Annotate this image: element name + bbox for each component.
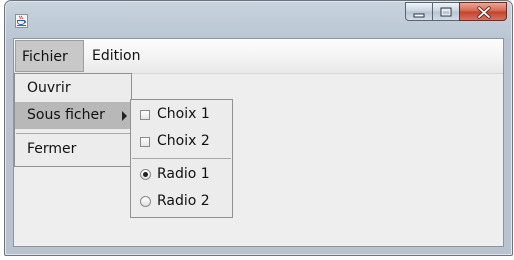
menu-separator [16,133,130,134]
menu-item-fermer[interactable]: Fermer [15,136,131,163]
menu-item-ouvrir[interactable]: Ouvrir [15,75,131,102]
minimize-button[interactable] [405,2,432,21]
content-pane: Fichier Edition Ouvrir Sous ficher Ferme… [13,38,504,247]
maximize-button[interactable] [432,2,459,21]
menu-item-label: Fermer [27,141,77,157]
checkbox-label: Choix 1 [157,106,210,122]
title-bar[interactable] [5,1,512,37]
menu-item-label: Ouvrir [27,80,71,96]
close-button[interactable] [459,2,507,21]
sous-ficher-submenu: Choix 1 Choix 2 Radio 1 Radio 2 [130,99,233,218]
radio-label: Radio 2 [157,193,210,209]
checkbox-icon [140,110,150,120]
radio-item-radio-1[interactable]: Radio 1 [131,161,232,188]
application-window: Fichier Edition Ouvrir Sous ficher Ferme… [4,0,513,256]
checkbox-item-choix-2[interactable]: Choix 2 [131,128,232,155]
submenu-arrow-icon [122,111,127,121]
menu-item-sous-ficher[interactable]: Sous ficher [15,102,131,129]
checkbox-icon [140,137,150,147]
menu-edition[interactable]: Edition [86,40,146,72]
java-cup-icon[interactable] [15,14,28,28]
maximize-icon [440,7,452,17]
menu-separator [132,158,231,159]
menu-bar: Fichier Edition [14,39,503,74]
caption-buttons [405,2,507,22]
radio-label: Radio 1 [157,166,210,182]
menu-item-label: Sous ficher [27,107,105,123]
radio-item-radio-2[interactable]: Radio 2 [131,188,232,215]
checkbox-item-choix-1[interactable]: Choix 1 [131,101,232,128]
minimize-icon [413,13,425,18]
fichier-dropdown: Ouvrir Sous ficher Fermer [14,73,132,167]
close-icon [477,6,491,19]
menu-fichier[interactable]: Fichier [15,40,84,72]
checkbox-label: Choix 2 [157,133,210,149]
radio-selected-icon [140,169,151,180]
radio-unselected-icon [140,196,151,207]
